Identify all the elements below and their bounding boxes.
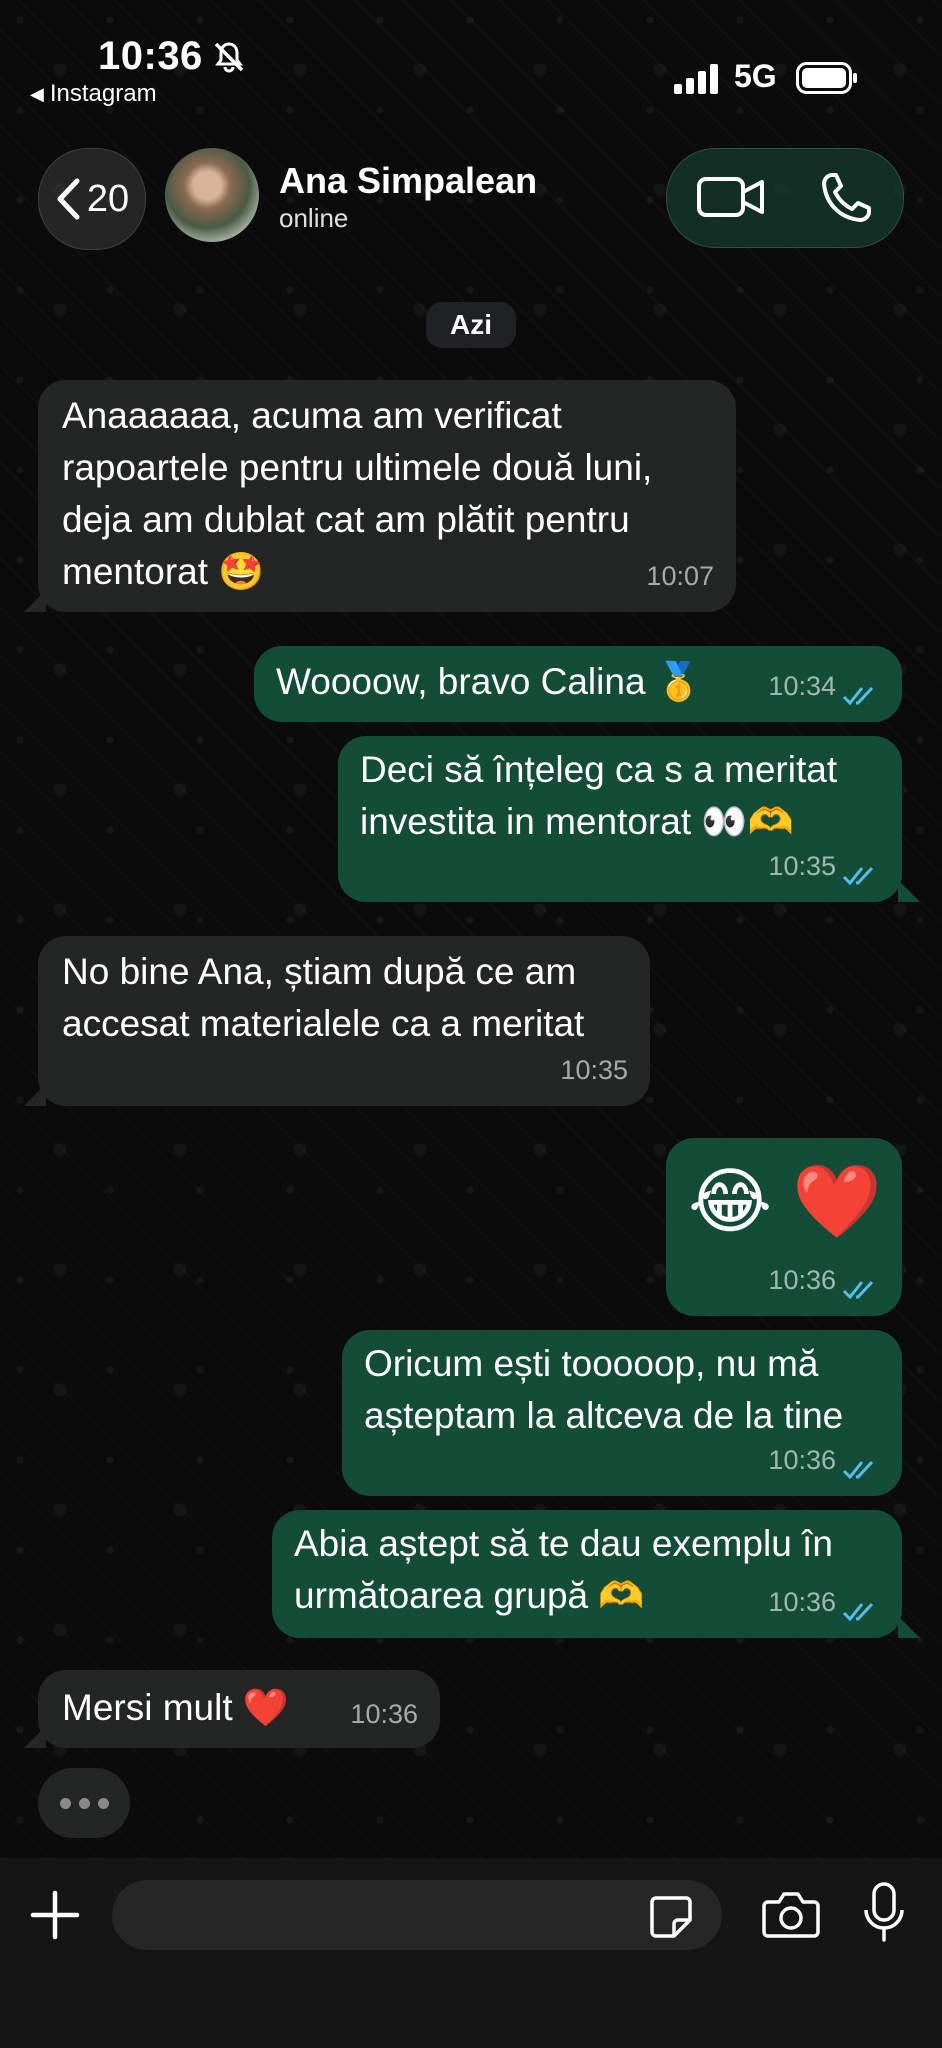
- message-text-line: mentorat 🤩: [62, 551, 265, 592]
- typing-indicator: [38, 1768, 130, 1838]
- message-outgoing[interactable]: 😂 ❤️ 10:36: [666, 1138, 902, 1316]
- message-text-line: Deci să înțeleg ca s a meritat: [360, 749, 838, 790]
- message-text-line: Abia aștept să te dau exemplu în: [294, 1523, 833, 1564]
- message-text-line: Anaaaaaa, acuma am verificat: [62, 395, 562, 436]
- message-incoming[interactable]: Anaaaaaa, acuma am verificat rapoartele …: [38, 380, 736, 612]
- camera-icon[interactable]: [762, 1888, 820, 1940]
- message-time: 10:35: [560, 1055, 628, 1085]
- bubble-tail: [898, 880, 920, 902]
- message-outgoing[interactable]: Abia aștept să te dau exemplu în următoa…: [272, 1510, 902, 1638]
- message-text-line: accesat materialele ca a meritat: [62, 1003, 585, 1044]
- bubble-tail: [898, 1616, 920, 1638]
- phone-icon[interactable]: [818, 170, 874, 226]
- bubble-tail: [24, 1084, 46, 1106]
- contact-status: online: [279, 203, 349, 233]
- status-time: 10:36: [98, 34, 203, 78]
- message-outgoing[interactable]: Deci să înțeleg ca s a meritat investita…: [338, 736, 902, 902]
- bell-slash-icon: [214, 42, 244, 73]
- message-text-line: Mersi mult ❤️: [62, 1687, 289, 1728]
- message-incoming[interactable]: Mersi mult ❤️ 10:36: [38, 1670, 440, 1748]
- bubble-tail: [24, 1726, 46, 1748]
- unread-count: 20: [86, 177, 130, 220]
- message-text-line: Woooow, bravo Calina 🥇: [276, 661, 702, 702]
- read-receipt-icon: [842, 1602, 874, 1622]
- back-to-app-link[interactable]: ◀ Instagram: [30, 80, 157, 108]
- sticker-icon[interactable]: [648, 1894, 694, 1940]
- battery-icon: [796, 62, 857, 94]
- typing-dot: [97, 1797, 109, 1809]
- back-button[interactable]: 20: [38, 148, 146, 250]
- back-triangle-icon: ◀: [30, 83, 44, 104]
- message-time: 10:36: [768, 1587, 836, 1617]
- message-time: 10:35: [768, 851, 836, 881]
- message-text-line: investita in mentorat 👀🫶: [360, 801, 794, 842]
- message-text-line: următoarea grupă 🫶: [294, 1575, 645, 1616]
- signal-icon: [674, 64, 718, 94]
- message-outgoing[interactable]: Woooow, bravo Calina 🥇 10:34: [254, 646, 902, 722]
- network-label: 5G: [734, 58, 777, 94]
- back-app-label: Instagram: [49, 80, 157, 107]
- message-text-line: deja am dublat cat am plătit pentru: [62, 499, 630, 540]
- message-time: 10:36: [768, 1445, 836, 1475]
- message-input[interactable]: [112, 1880, 722, 1950]
- contact-name[interactable]: Ana Simpalean: [279, 160, 537, 202]
- read-receipt-icon: [842, 1460, 874, 1480]
- typing-dot: [59, 1797, 71, 1809]
- message-text-line: rapoartele pentru ultimele două luni,: [62, 447, 653, 488]
- message-emoji: 😂 ❤️: [688, 1162, 882, 1242]
- read-receipt-icon: [842, 1280, 874, 1300]
- bubble-tail: [24, 590, 46, 612]
- message-time: 10:34: [768, 671, 836, 701]
- message-text-line: No bine Ana, știam după ce am: [62, 951, 577, 992]
- message-time: 10:36: [768, 1265, 836, 1295]
- microphone-icon[interactable]: [862, 1882, 906, 1944]
- chevron-left-icon: [57, 178, 80, 220]
- read-receipt-icon: [842, 866, 874, 886]
- typing-dot: [78, 1797, 90, 1809]
- message-outgoing[interactable]: Oricum ești tooooop, nu mă așteptam la a…: [342, 1330, 902, 1496]
- message-incoming[interactable]: No bine Ana, știam după ce am accesat ma…: [38, 936, 650, 1106]
- date-divider: Azi: [426, 302, 516, 348]
- message-text-line: Oricum ești tooooop, nu mă: [364, 1343, 819, 1384]
- message-time: 10:36: [350, 1699, 418, 1729]
- message-time: 10:07: [646, 561, 714, 591]
- plus-icon[interactable]: [28, 1888, 82, 1942]
- read-receipt-icon: [842, 686, 874, 706]
- video-call-icon[interactable]: [696, 172, 766, 222]
- contact-avatar[interactable]: [165, 148, 259, 242]
